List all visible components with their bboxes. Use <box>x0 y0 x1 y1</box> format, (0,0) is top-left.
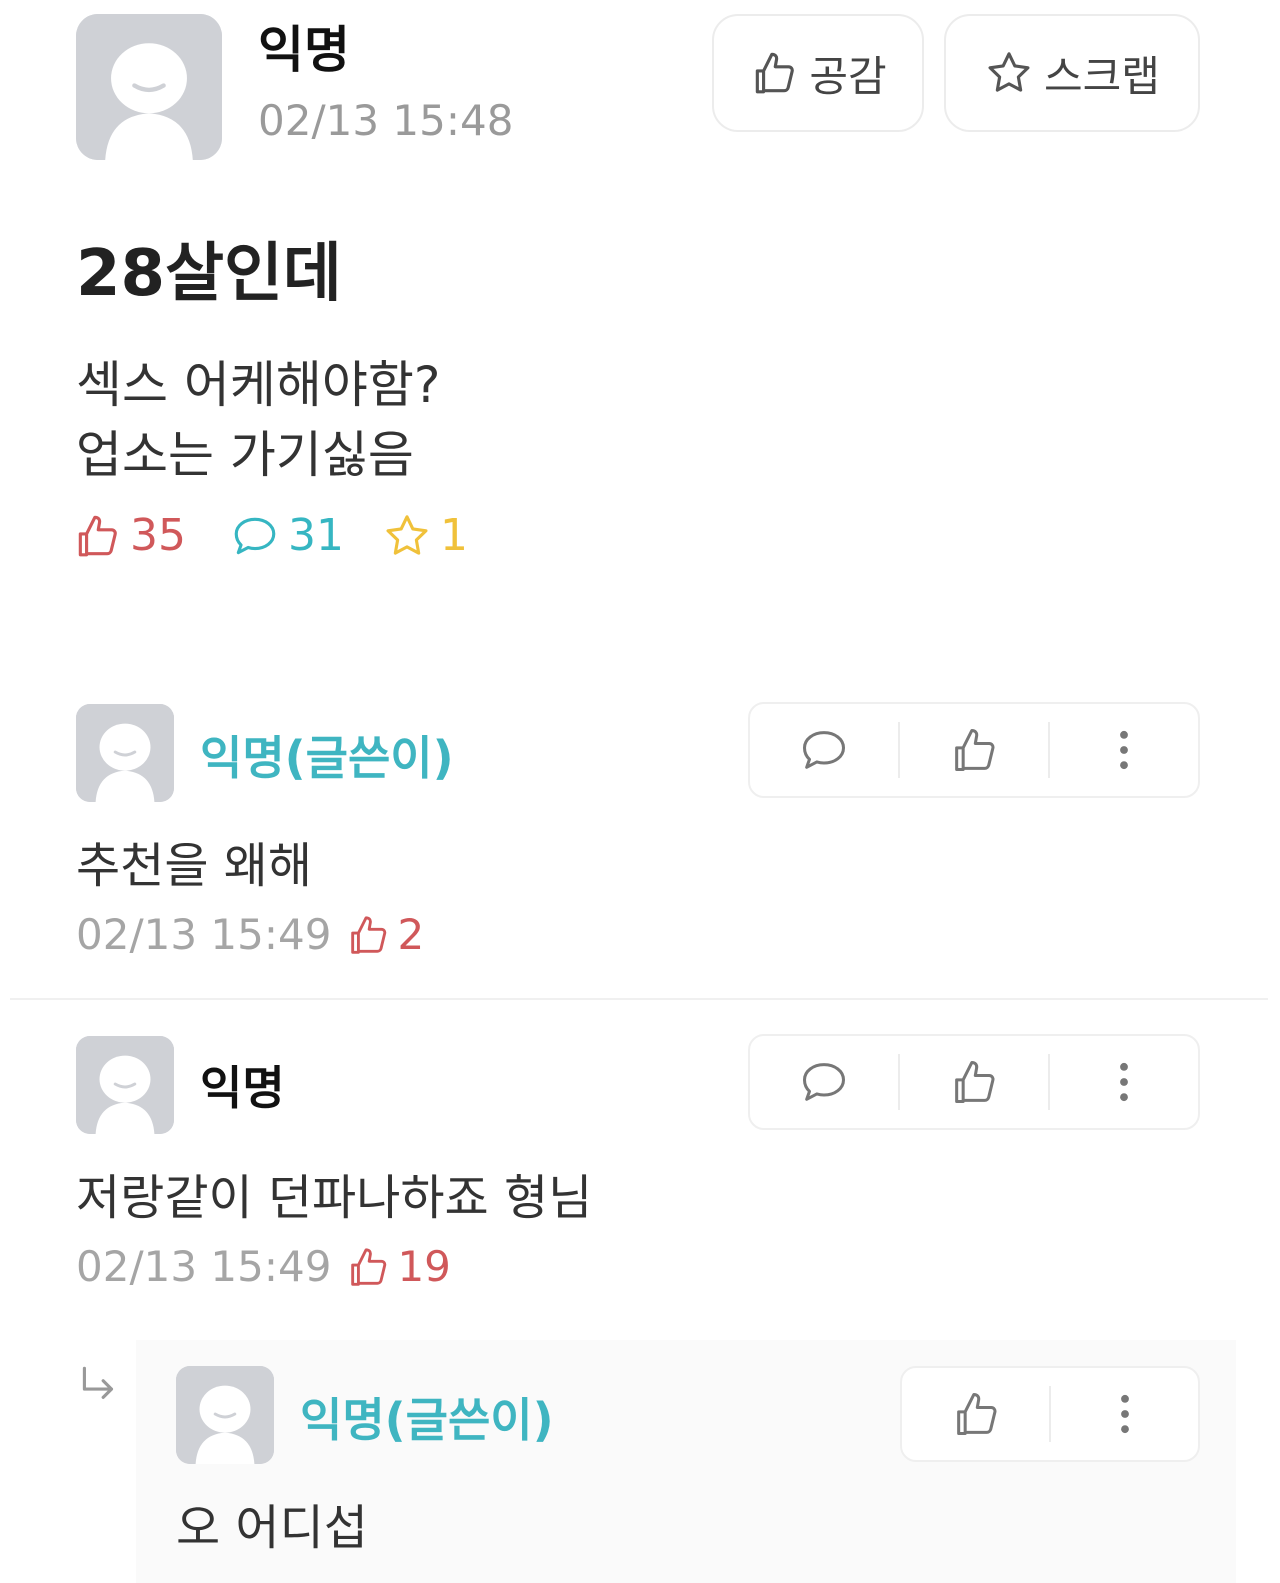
post-author-avatar <box>76 14 222 160</box>
more-options-button[interactable] <box>1050 1036 1198 1128</box>
reply-like-button[interactable] <box>902 1368 1049 1460</box>
thumbs-up-icon <box>955 728 995 772</box>
speech-bubble-icon <box>234 517 276 554</box>
comment-like-button[interactable] <box>900 704 1048 796</box>
kebab-menu-icon <box>1120 1062 1128 1102</box>
comment-author-avatar <box>76 704 174 802</box>
thumbs-up-icon <box>78 515 117 556</box>
like-button[interactable]: 공감 <box>712 14 924 132</box>
more-options-button[interactable] <box>1050 704 1198 796</box>
post-timestamp: 02/13 15:48 <box>258 96 514 145</box>
post-title: 28살인데 <box>76 237 342 311</box>
comment-like-count: 19 <box>345 1242 451 1291</box>
reply-author-avatar <box>176 1366 274 1464</box>
comment-divider <box>10 998 1268 1000</box>
comment-body: 저랑같이 던파나하죠 형님 <box>76 1170 593 1226</box>
comment-like-button[interactable] <box>900 1036 1048 1128</box>
post-like-count: 35 <box>72 510 186 561</box>
comment-author-name: 익명 <box>200 1061 285 1115</box>
comment-action-bar <box>748 702 1200 798</box>
thumbs-up-icon <box>955 1060 995 1104</box>
post-scrap-count: 1 <box>382 510 468 561</box>
speech-bubble-icon <box>802 1063 846 1101</box>
like-button-label: 공감 <box>809 51 887 101</box>
reply-button[interactable] <box>750 704 898 796</box>
comment-meta: 02/13 15:49 2 <box>76 910 424 959</box>
like-count-value: 19 <box>397 1242 451 1291</box>
thumbs-up-icon <box>351 915 387 954</box>
comment-like-count: 2 <box>345 910 424 959</box>
thumbs-up-icon <box>956 1392 996 1436</box>
comment-meta: 02/13 15:49 19 <box>76 1242 451 1291</box>
post-author-name: 익명 <box>258 21 350 79</box>
more-options-button[interactable] <box>1051 1368 1198 1460</box>
star-icon <box>988 52 1030 92</box>
reply-arrow-icon <box>82 1366 114 1399</box>
comment-timestamp: 02/13 15:49 <box>76 1242 332 1291</box>
scrap-button[interactable]: 스크랩 <box>944 14 1200 132</box>
post-comment-count: 31 <box>230 510 344 561</box>
reply-body: 오 어디섭 <box>176 1500 368 1556</box>
post-body-line: 섹스 어케해야함? <box>76 356 441 414</box>
speech-bubble-icon <box>802 731 846 769</box>
reply-action-bar <box>900 1366 1200 1462</box>
reply-author-name: 익명(글쓴이) <box>300 1393 554 1447</box>
scrap-button-label: 스크랩 <box>1044 51 1160 101</box>
comment-body: 추천을 왜해 <box>76 838 313 894</box>
kebab-menu-icon <box>1120 1394 1129 1434</box>
star-icon <box>386 514 428 555</box>
reply-button[interactable] <box>750 1036 898 1128</box>
default-avatar-icon <box>76 14 222 160</box>
comment-author-name: 익명(글쓴이) <box>200 731 454 785</box>
kebab-menu-icon <box>1120 730 1128 770</box>
comment-timestamp: 02/13 15:49 <box>76 910 332 959</box>
default-avatar-icon <box>176 1366 274 1464</box>
like-count-value: 2 <box>397 910 425 959</box>
comment-author-avatar <box>76 1036 174 1134</box>
default-avatar-icon <box>76 704 174 802</box>
like-count-value: 35 <box>130 510 186 561</box>
post-body-line: 업소는 가기싫음 <box>76 426 414 484</box>
comment-count-value: 31 <box>288 510 344 561</box>
thumbs-up-icon <box>756 52 795 94</box>
default-avatar-icon <box>76 1036 174 1134</box>
thumbs-up-icon <box>351 1247 387 1286</box>
scrap-count-value: 1 <box>440 510 468 561</box>
comment-action-bar <box>748 1034 1200 1130</box>
